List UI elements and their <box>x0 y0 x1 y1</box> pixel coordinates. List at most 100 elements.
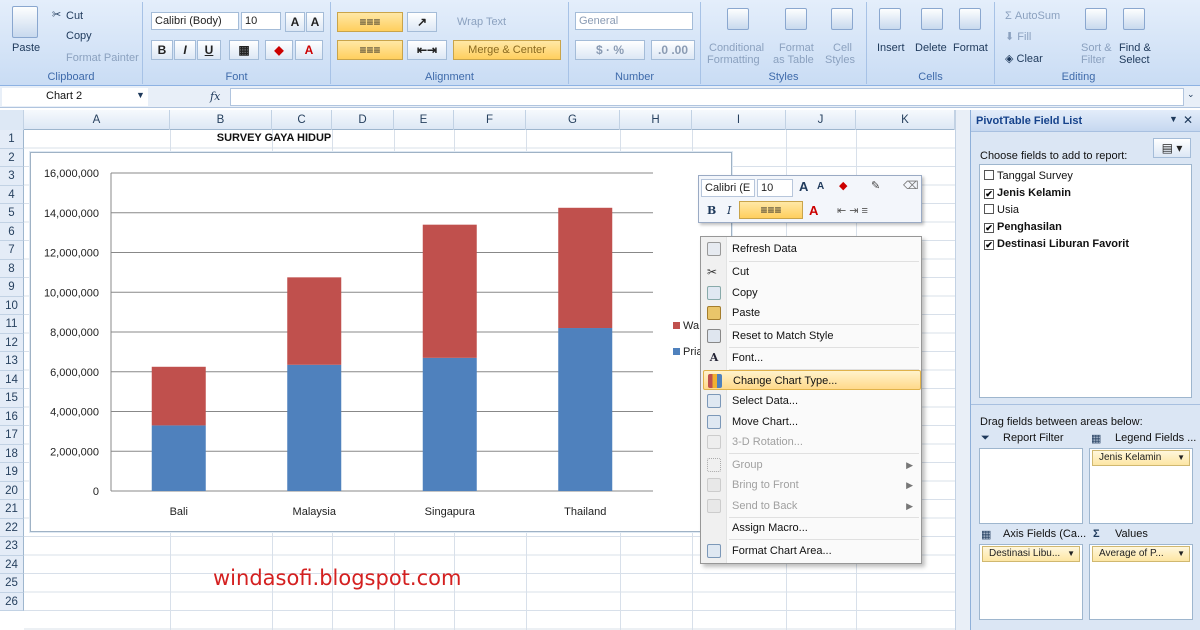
pane-options-icon[interactable]: ▼ <box>1169 114 1178 124</box>
row-header[interactable]: 7 <box>0 241 24 260</box>
pane-splitter[interactable] <box>971 404 1200 407</box>
mini-bold-icon[interactable]: B <box>707 204 716 217</box>
sheet-title[interactable]: SURVEY GAYA HIDUP <box>170 132 378 144</box>
column-header[interactable]: C <box>272 110 332 130</box>
field-penghasilan[interactable]: ✔ Penghasilan <box>984 221 1062 233</box>
menu-move-chart[interactable]: Move Chart... <box>703 412 921 432</box>
layout-button[interactable]: ▤ ▾ <box>1153 138 1191 158</box>
font-color-button[interactable]: A <box>295 40 323 60</box>
menu-3d-rotation[interactable]: 3-D Rotation... <box>703 432 921 452</box>
select-all-corner[interactable] <box>0 110 24 130</box>
name-box[interactable]: Chart 2 <box>2 88 148 106</box>
mini-font-color-icon[interactable]: A <box>809 203 818 218</box>
format-painter-button[interactable]: Format Painter <box>66 52 139 64</box>
row-header[interactable]: 15 <box>0 389 24 408</box>
field-destinasi[interactable]: ✔ Destinasi Liburan Favorit <box>984 238 1129 250</box>
checkbox-checked-icon[interactable]: ✔ <box>984 223 994 233</box>
checkbox-icon[interactable] <box>984 170 994 180</box>
decimal-button[interactable]: .0 .00 <box>651 40 695 60</box>
sort-filter-icon[interactable] <box>1085 8 1107 30</box>
delete-icon[interactable] <box>921 8 943 30</box>
row-header[interactable]: 8 <box>0 259 24 278</box>
sort-label[interactable]: Sort & <box>1081 42 1112 54</box>
menu-group[interactable]: Group ▶ <box>703 455 921 475</box>
axis-field-chip[interactable]: Destinasi Libu... ▼ <box>982 546 1080 562</box>
cell-styles-icon[interactable] <box>831 8 853 30</box>
conditional-formatting-icon[interactable] <box>727 8 749 30</box>
row-header[interactable]: 19 <box>0 463 24 482</box>
mini-fill-icon[interactable]: ◆ <box>839 179 847 192</box>
cell-label[interactable]: Cell <box>833 42 852 54</box>
menu-copy[interactable]: Copy <box>703 283 921 303</box>
vertical-scrollbar[interactable] <box>955 110 970 630</box>
column-header[interactable]: E <box>394 110 454 130</box>
delete-button[interactable]: Delete <box>915 42 947 54</box>
report-filter-box[interactable] <box>979 448 1083 524</box>
menu-reset-style[interactable]: Reset to Match Style <box>703 326 921 346</box>
row-header[interactable]: 25 <box>0 574 24 593</box>
mini-italic-icon[interactable]: I <box>727 204 731 217</box>
column-header[interactable]: J <box>786 110 856 130</box>
legend-field-chip[interactable]: Jenis Kelamin ▼ <box>1092 450 1190 466</box>
mini-size-select[interactable]: 10 <box>757 179 793 197</box>
cell-styles-label[interactable]: Styles <box>825 54 855 66</box>
values-field-chip[interactable]: Average of P... ▼ <box>1092 546 1190 562</box>
indent-button[interactable]: ⇤⇥ <box>407 40 447 60</box>
menu-format-chart-area[interactable]: Format Chart Area... <box>703 541 921 561</box>
fill-color-button[interactable]: ◆ <box>265 40 293 60</box>
mini-align-buttons[interactable]: ≡≡≡ <box>739 201 803 219</box>
checkbox-checked-icon[interactable]: ✔ <box>984 240 994 250</box>
field-usia[interactable]: Usia <box>984 204 1019 216</box>
fx-icon[interactable]: fx <box>210 90 220 103</box>
top-align-button[interactable]: ≡≡≡ <box>337 12 403 32</box>
column-header[interactable]: D <box>332 110 394 130</box>
menu-cut[interactable]: ✂ Cut <box>703 262 921 282</box>
row-header[interactable]: 13 <box>0 352 24 371</box>
shrink-font-button[interactable]: A <box>306 12 324 32</box>
mini-indent-icon[interactable]: ⇤ ⇥ ≡ <box>837 204 868 217</box>
merge-center-button[interactable]: Merge & Center <box>453 40 561 60</box>
borders-button[interactable]: ▦ <box>229 40 259 60</box>
bold-button[interactable]: B <box>151 40 173 60</box>
row-header[interactable]: 17 <box>0 426 24 445</box>
grow-font-button[interactable]: A <box>285 12 305 32</box>
row-header[interactable]: 4 <box>0 185 24 204</box>
conditional-label[interactable]: Conditional <box>709 42 764 54</box>
row-header[interactable]: 5 <box>0 204 24 223</box>
row-header[interactable]: 11 <box>0 315 24 334</box>
column-header[interactable]: K <box>856 110 955 130</box>
column-header[interactable]: I <box>692 110 786 130</box>
wrap-text-button[interactable]: Wrap Text <box>457 16 506 28</box>
row-header[interactable]: 9 <box>0 278 24 297</box>
menu-select-data[interactable]: Select Data... <box>703 391 921 411</box>
italic-button[interactable]: I <box>174 40 196 60</box>
number-format-select[interactable]: General <box>575 12 693 30</box>
cut-icon[interactable]: ✂ <box>52 8 61 21</box>
clear-button[interactable]: ◈ Clear <box>1005 52 1043 65</box>
row-header[interactable]: 22 <box>0 518 24 537</box>
row-header[interactable]: 20 <box>0 481 24 500</box>
as-table-label[interactable]: as Table <box>773 54 814 66</box>
filter-label[interactable]: Filter <box>1081 54 1105 66</box>
column-header[interactable]: F <box>454 110 526 130</box>
menu-assign-macro[interactable]: Assign Macro... <box>703 518 921 538</box>
format-button[interactable]: Format <box>953 42 988 54</box>
select-label[interactable]: Select <box>1119 54 1150 66</box>
paste-button[interactable]: Paste <box>12 42 40 54</box>
insert-button[interactable]: Insert <box>877 42 905 54</box>
mini-line-color-icon[interactable]: ✎ <box>871 179 880 192</box>
checkbox-icon[interactable] <box>984 204 994 214</box>
menu-change-chart-type[interactable]: Change Chart Type... <box>703 370 921 390</box>
column-header[interactable]: G <box>526 110 620 130</box>
row-header[interactable]: 14 <box>0 370 24 389</box>
format-icon[interactable] <box>959 8 981 30</box>
mini-font-select[interactable]: Calibri (E <box>701 179 755 197</box>
align-center-button[interactable]: ≡≡≡ <box>337 40 403 60</box>
menu-font[interactable]: A Font... <box>703 348 921 368</box>
accounting-button[interactable]: $ · % <box>575 40 645 60</box>
font-size-select[interactable]: 10 <box>241 12 281 30</box>
format-table-icon[interactable] <box>785 8 807 30</box>
format-as-label[interactable]: Format <box>779 42 814 54</box>
copy-button[interactable]: Copy <box>66 30 92 42</box>
row-header[interactable]: 18 <box>0 444 24 463</box>
